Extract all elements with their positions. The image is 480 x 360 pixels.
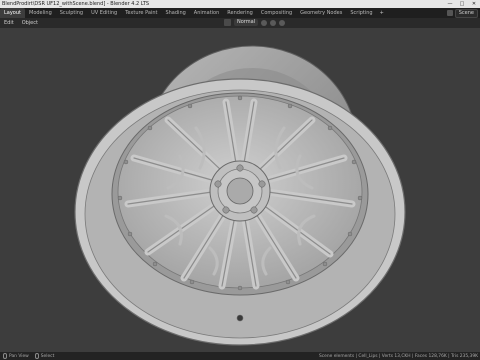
- transform-orientation-group: Normal: [224, 19, 286, 26]
- mouse-icon: [3, 353, 7, 359]
- tab-uv-editing[interactable]: UV Editing: [87, 8, 121, 18]
- tab-modeling[interactable]: Modeling: [25, 8, 56, 18]
- wheel-render: [74, 45, 406, 346]
- status-pan-label: Pan View: [9, 353, 29, 359]
- menu-edit[interactable]: Edit: [0, 20, 18, 26]
- valve-stem-hole: [236, 314, 244, 322]
- scene-statistics: Scene elements | Cell_Lips | Verts 13,CK…: [318, 353, 478, 359]
- workspace-tabs-bar: Layout Modeling Sculpting UV Editing Tex…: [0, 8, 480, 18]
- mouse-icon: [34, 353, 39, 359]
- window-title: BlendProdirt\DSR UF12_withScene.blend] -…: [2, 1, 150, 7]
- tab-shading[interactable]: Shading: [161, 8, 189, 18]
- tab-layout[interactable]: Layout: [0, 8, 25, 18]
- tab-animation[interactable]: Animation: [190, 8, 224, 18]
- tab-sculpting[interactable]: Sculpting: [56, 8, 87, 18]
- orientation-dropdown[interactable]: Normal: [234, 19, 259, 26]
- status-bar: Pan View Select Scene elements | Cell_Li…: [0, 352, 480, 360]
- tab-geometry-nodes[interactable]: Geometry Nodes: [296, 8, 346, 18]
- wheel-center-cap: [226, 177, 254, 205]
- window-controls: — □ ✕: [444, 1, 480, 7]
- cursor-icon[interactable]: [224, 19, 231, 26]
- maximize-button[interactable]: □: [456, 1, 468, 7]
- add-workspace-button[interactable]: +: [377, 10, 387, 16]
- 3d-viewport[interactable]: [0, 28, 480, 352]
- proportional-edit-icon[interactable]: [279, 19, 286, 26]
- viewport-header: Edit Object Normal: [0, 18, 480, 28]
- scene-icon: [446, 10, 453, 16]
- tab-compositing[interactable]: Compositing: [257, 8, 296, 18]
- scene-selector: Scene: [446, 8, 480, 18]
- status-select-label: Select: [40, 353, 55, 359]
- status-pan: Pan View: [0, 353, 32, 359]
- tab-rendering[interactable]: Rendering: [223, 8, 257, 18]
- window-titlebar: BlendProdirt\DSR UF12_withScene.blend] -…: [0, 0, 480, 8]
- pivot-icon[interactable]: [261, 19, 268, 26]
- status-select: Select: [32, 353, 58, 359]
- minimize-button[interactable]: —: [444, 1, 456, 7]
- close-button[interactable]: ✕: [468, 1, 480, 7]
- tab-texture-paint[interactable]: Texture Paint: [121, 8, 161, 18]
- tab-scripting[interactable]: Scripting: [346, 8, 376, 18]
- menu-object[interactable]: Object: [18, 20, 42, 26]
- snap-icon[interactable]: [270, 19, 277, 26]
- scene-field[interactable]: Scene: [454, 8, 478, 18]
